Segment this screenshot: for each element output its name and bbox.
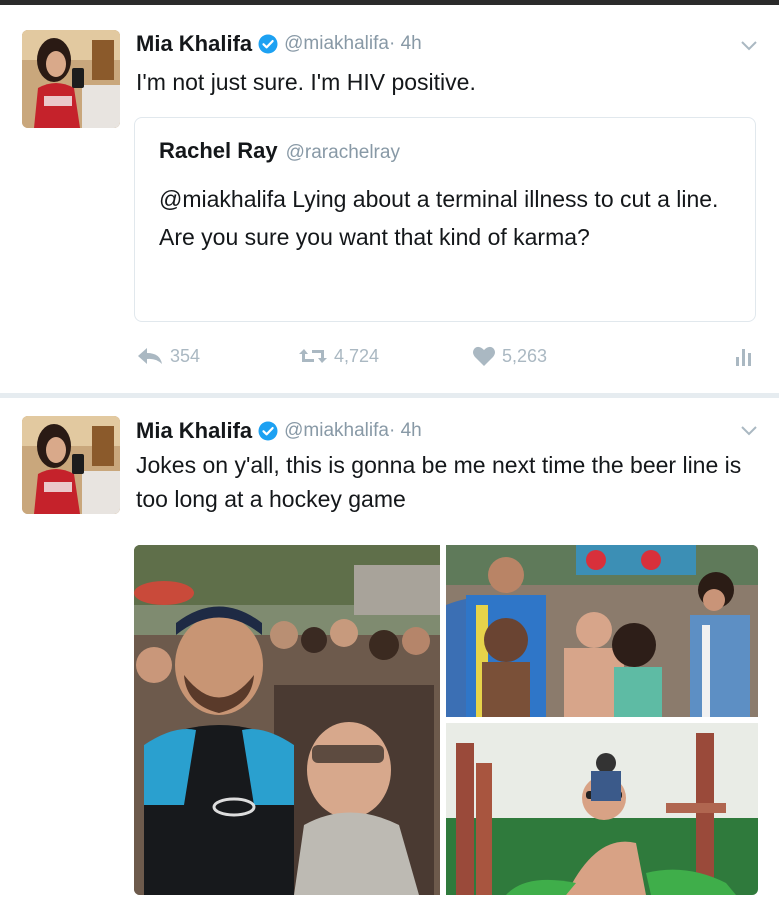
quoted-author-handle: @rarachelray [285,142,400,163]
reply-icon [138,348,162,364]
quoted-tweet[interactable]: Rachel Ray @rarachelray @miakhalifa Lyin… [134,117,756,322]
retweet-icon [299,349,327,363]
like-count: 5,263 [502,345,548,366]
tweet[interactable]: Mia Khalifa @miakhalifa · 4h I'm not jus… [0,5,779,395]
media-photo-crowd[interactable] [134,545,440,895]
author-handle[interactable]: @miakhalifa [284,420,389,442]
quoted-tweet-header: Rachel Ray @rarachelray [159,138,400,164]
heart-icon [473,346,495,366]
like-button[interactable]: 5,263 [472,345,547,367]
author-handle[interactable]: @miakhalifa [284,33,389,55]
tweet-text: I'm not just sure. I'm HIV positive. [136,69,476,95]
author-name[interactable]: Mia Khalifa [136,31,252,57]
avatar[interactable] [22,30,120,128]
retweet-count: 4,724 [334,345,380,366]
tweet-actions: 354 4,724 5,263 [136,345,756,375]
tweet-media-grid[interactable] [134,545,758,895]
media-photo-water-slide[interactable] [446,723,758,895]
analytics-icon [736,349,751,366]
quoted-tweet-text: @miakhalifa Lying about a terminal illne… [159,186,719,250]
quoted-author-name: Rachel Ray [159,138,278,163]
author-name[interactable]: Mia Khalifa [136,418,252,444]
retweet-button[interactable]: 4,724 [298,345,379,367]
tweet-time[interactable]: · 4h [389,33,422,55]
tweet-header: Mia Khalifa @miakhalifa · 4h [136,416,422,446]
tweet-text: Jokes on y'all, this is gonna be me next… [136,452,742,512]
verified-badge-icon [258,421,278,441]
analytics-button[interactable] [734,345,760,367]
chevron-down-icon[interactable] [739,39,759,53]
reply-count: 354 [170,345,201,366]
media-photo-kids[interactable] [446,545,758,717]
tweet[interactable]: Mia Khalifa @miakhalifa · 4h Jokes on y'… [0,398,779,900]
chevron-down-icon[interactable] [739,424,759,438]
tweet-header: Mia Khalifa @miakhalifa · 4h [136,29,422,59]
reply-button[interactable]: 354 [136,345,200,367]
verified-badge-icon [258,34,278,54]
avatar[interactable] [22,416,120,514]
tweet-time[interactable]: · 4h [389,420,422,442]
